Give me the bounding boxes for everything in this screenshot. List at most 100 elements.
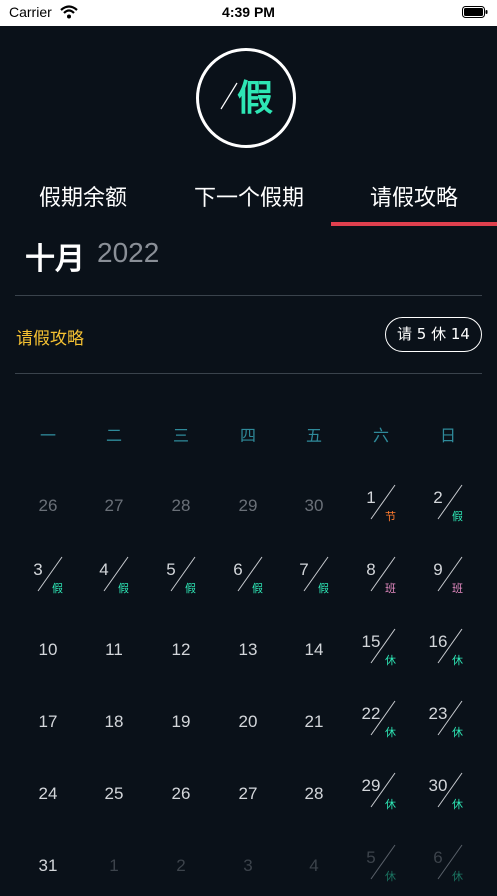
- calendar-day[interactable]: 24: [16, 764, 80, 824]
- tab-underline: [331, 222, 497, 226]
- calendar-day[interactable]: 5假: [149, 548, 213, 608]
- calendar-day[interactable]: 26: [16, 476, 80, 536]
- day-tag: 假: [252, 582, 263, 595]
- calendar-day[interactable]: 23 休: [416, 692, 480, 752]
- calendar-day[interactable]: 19: [149, 692, 213, 752]
- day-number: 13: [238, 640, 258, 659]
- calendar-day[interactable]: 27: [82, 476, 146, 536]
- day-tag: 休: [452, 654, 463, 667]
- day-tag: 休: [385, 798, 396, 811]
- calendar-day[interactable]: 28: [282, 764, 346, 824]
- calendar-day[interactable]: 29: [216, 476, 280, 536]
- calendar-day[interactable]: 20: [216, 692, 280, 752]
- calendar-day[interactable]: 30: [282, 476, 346, 536]
- day-number: 14: [304, 640, 324, 659]
- calendar-day[interactable]: 1: [82, 836, 146, 896]
- day-number: 10: [38, 640, 58, 659]
- calendar-day[interactable]: 5休: [349, 836, 413, 896]
- logo-char: 假: [237, 78, 274, 119]
- calendar-day[interactable]: 31: [16, 836, 80, 896]
- calendar-day[interactable]: 4假: [82, 548, 146, 608]
- divider: [15, 373, 482, 374]
- status-bar: Carrier 4:39 PM: [0, 0, 497, 26]
- day-tag: 休: [452, 726, 463, 739]
- calendar-day[interactable]: 10: [16, 620, 80, 680]
- calendar-day[interactable]: 18: [82, 692, 146, 752]
- day-number: 3: [243, 856, 253, 875]
- calendar-day[interactable]: 2假: [416, 476, 480, 536]
- status-time: 4:39 PM: [222, 4, 275, 20]
- weekday-header: 一 二 三 四 五 六 日: [0, 422, 497, 448]
- tab-leave-strategy[interactable]: 请假攻略: [331, 176, 497, 228]
- app-logo: 假: [196, 48, 296, 148]
- calendar-day[interactable]: 14: [282, 620, 346, 680]
- calendar-day[interactable]: 6休: [416, 836, 480, 896]
- day-number: 29: [238, 496, 258, 515]
- calendar-day[interactable]: 29 休: [349, 764, 413, 824]
- day-tag: 休: [385, 870, 396, 883]
- tab-leave-balance[interactable]: 假期余额: [0, 176, 166, 228]
- day-number: 28: [304, 784, 324, 803]
- day-tag: 假: [318, 582, 329, 595]
- weekday-label: 日: [439, 426, 456, 445]
- calendar-day[interactable]: 8班: [349, 548, 413, 608]
- calendar-day[interactable]: 30 休: [416, 764, 480, 824]
- calendar-day[interactable]: 21: [282, 692, 346, 752]
- day-number: 2: [176, 856, 186, 875]
- calendar-day[interactable]: 3: [216, 836, 280, 896]
- day-number: 26: [38, 496, 58, 515]
- calendar-day[interactable]: 11: [82, 620, 146, 680]
- calendar-day[interactable]: 28: [149, 476, 213, 536]
- calendar-day[interactable]: 7假: [282, 548, 346, 608]
- day-tag: 假: [118, 582, 129, 595]
- weekday-label: 一: [39, 426, 56, 445]
- calendar-day[interactable]: 4: [282, 836, 346, 896]
- weekday-label: 六: [372, 426, 389, 445]
- calendar-day[interactable]: 26: [149, 764, 213, 824]
- tab-next-holiday[interactable]: 下一个假期: [166, 176, 332, 228]
- weekday-label: 二: [105, 426, 122, 445]
- day-number: 20: [238, 712, 258, 731]
- day-number: 28: [171, 496, 191, 515]
- calendar-day[interactable]: 9班: [416, 548, 480, 608]
- day-tag: 休: [385, 726, 396, 739]
- day-tag: 休: [385, 654, 396, 667]
- day-tag: 节: [385, 510, 396, 523]
- calendar-day[interactable]: 12: [149, 620, 213, 680]
- calendar-day[interactable]: 6假: [216, 548, 280, 608]
- day-number: 18: [104, 712, 124, 731]
- day-number: 11: [105, 640, 123, 659]
- day-tag: 休: [452, 798, 463, 811]
- calendar-day[interactable]: 15 休: [349, 620, 413, 680]
- day-tag: 休: [452, 870, 463, 883]
- day-number: 1: [109, 856, 119, 875]
- calendar-day[interactable]: 17: [16, 692, 80, 752]
- battery-icon: [462, 6, 488, 18]
- day-number: 4: [309, 856, 319, 875]
- day-number: 21: [304, 712, 324, 731]
- day-number: 24: [38, 784, 58, 803]
- calendar-day[interactable]: 27: [216, 764, 280, 824]
- calendar-day[interactable]: 2: [149, 836, 213, 896]
- calendar-day[interactable]: 1节: [349, 476, 413, 536]
- day-number: 19: [171, 712, 191, 731]
- day-number: 25: [104, 784, 124, 803]
- calendar-day[interactable]: 25: [82, 764, 146, 824]
- leave-summary-badge[interactable]: 请 5 休 14: [385, 317, 482, 352]
- day-tag: 班: [385, 582, 396, 595]
- weekday-label: 三: [172, 426, 189, 445]
- day-number: 30: [304, 496, 324, 515]
- day-number: 31: [38, 856, 58, 875]
- weekday-label: 五: [305, 426, 322, 445]
- calendar-day[interactable]: 3假: [16, 548, 80, 608]
- day-tag: 假: [452, 510, 463, 523]
- calendar-day[interactable]: 13: [216, 620, 280, 680]
- day-number: 12: [171, 640, 191, 659]
- divider: [15, 295, 482, 296]
- day-number: 27: [104, 496, 124, 515]
- day-tag: 班: [452, 582, 463, 595]
- calendar-day[interactable]: 16 休: [416, 620, 480, 680]
- weekday-label: 四: [239, 426, 256, 445]
- month-title: 十月: [25, 242, 85, 277]
- calendar-day[interactable]: 22 休: [349, 692, 413, 752]
